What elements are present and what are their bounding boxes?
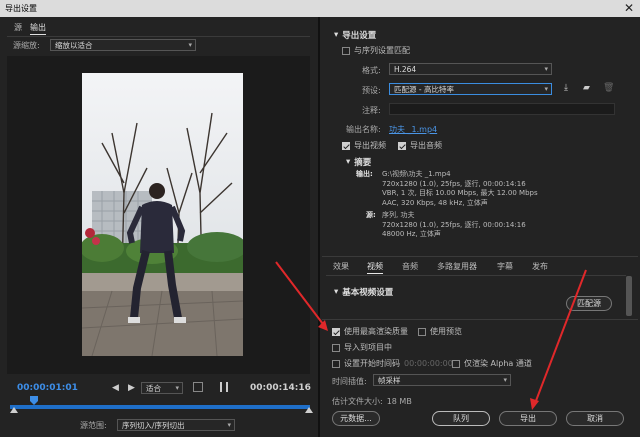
- annotation-arrow-line: [275, 261, 327, 329]
- annotation-arrowhead: [530, 398, 539, 410]
- annotation-arrows: [275, 261, 587, 410]
- annotation-arrowhead: [318, 320, 328, 331]
- annotation-arrow-line: [533, 269, 587, 407]
